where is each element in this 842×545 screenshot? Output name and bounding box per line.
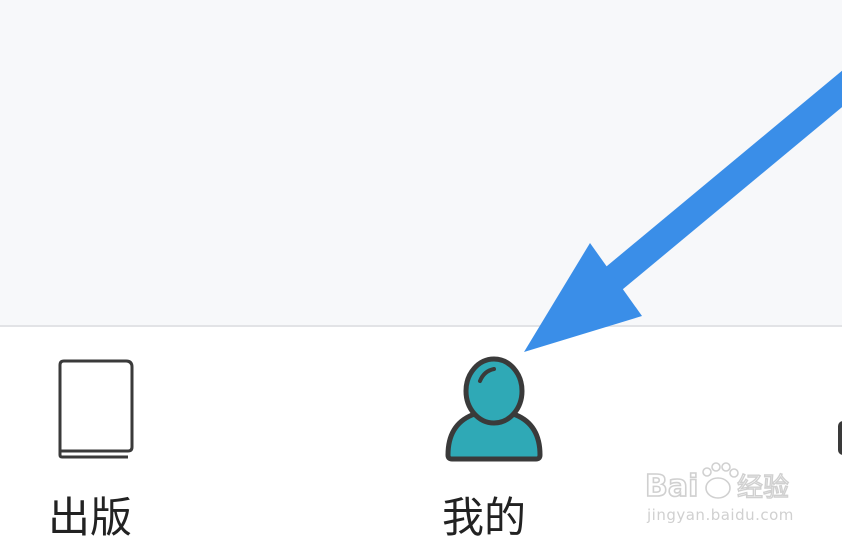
- tab-publish-label: 出版: [48, 493, 133, 542]
- content-area: [0, 0, 842, 325]
- tab-next-partial[interactable]: [820, 327, 842, 545]
- tab-mine[interactable]: 我的: [400, 327, 580, 545]
- tab-mine-label: 我的: [442, 493, 527, 542]
- book-icon: [58, 359, 134, 459]
- bottom-tab-bar: 出版 我的: [0, 325, 842, 545]
- app-screen: 出版 我的 Bai 经验 jingyan.baidu.com: [0, 0, 842, 545]
- tab-publish[interactable]: 出版: [20, 327, 170, 545]
- partial-icon: [838, 421, 842, 455]
- user-icon: [445, 356, 543, 462]
